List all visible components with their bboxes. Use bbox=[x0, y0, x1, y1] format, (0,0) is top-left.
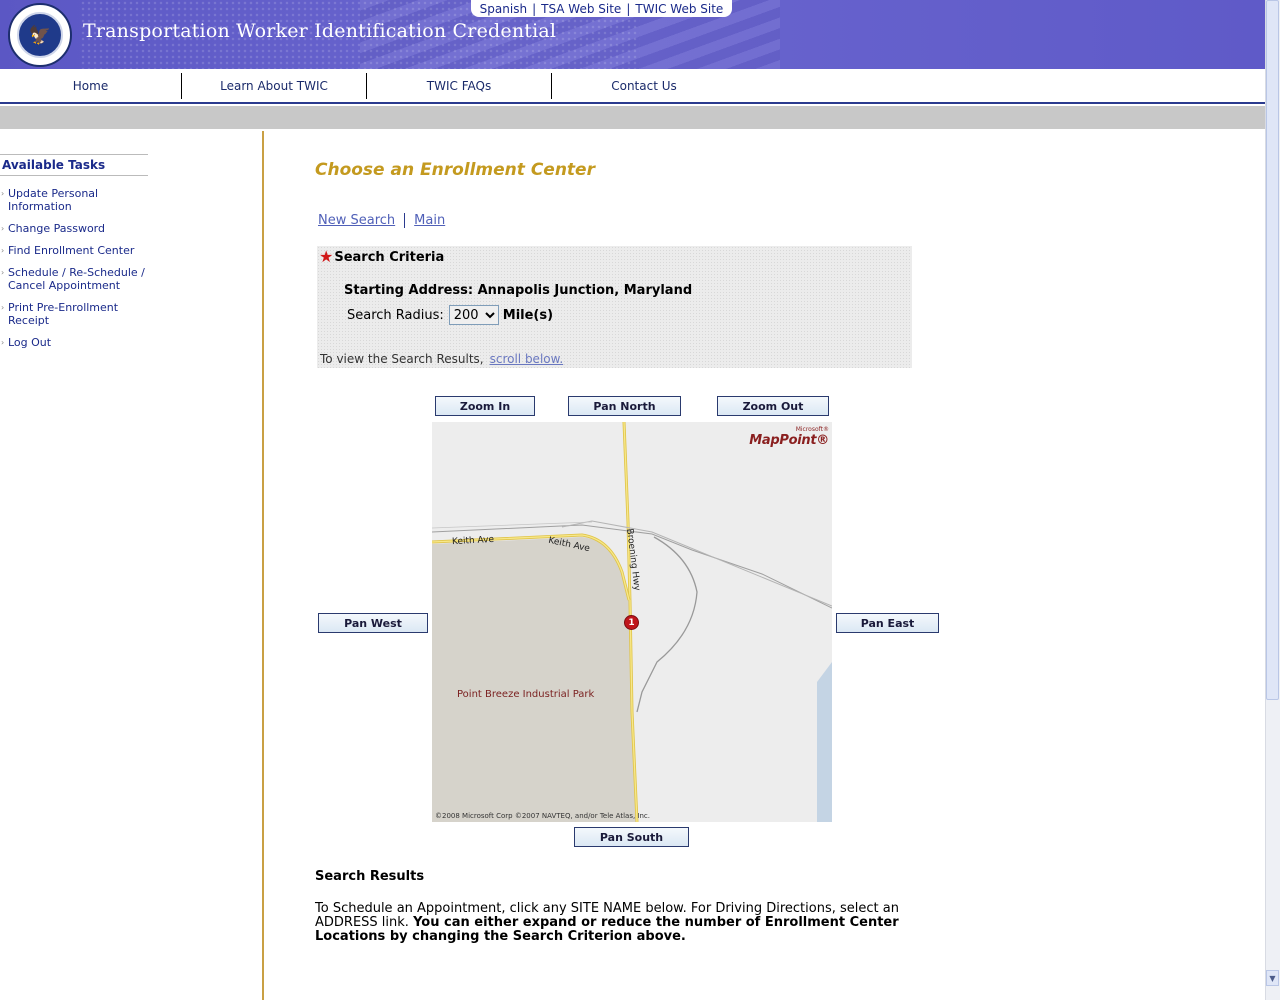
search-radius-label: Search Radius: bbox=[347, 307, 444, 323]
map-view[interactable]: Microsoft® MapPoint® Keith Ave Keith Ave… bbox=[432, 422, 832, 822]
search-results-instructions: To Schedule an Appointment, click any SI… bbox=[315, 901, 899, 944]
starting-address: Starting Address: Annapolis Junction, Ma… bbox=[344, 283, 693, 298]
radius-unit: Mile(s) bbox=[502, 307, 554, 323]
bullet-icon: › bbox=[1, 338, 5, 347]
eagle-icon: 🦅 bbox=[17, 12, 63, 58]
mappoint-logo: Microsoft® MapPoint® bbox=[749, 426, 829, 448]
search-radius-row: Search Radius: 200 Mile(s) bbox=[347, 305, 553, 325]
dhs-seal-icon: 🦅 bbox=[8, 3, 72, 67]
sidebar-divider bbox=[262, 131, 264, 1000]
zoom-out-button[interactable]: Zoom Out bbox=[717, 396, 829, 416]
sidebar: Available Tasks › Update Personal Informa… bbox=[0, 154, 148, 358]
sidebar-title: Available Tasks bbox=[0, 154, 148, 176]
sidebar-item-find-enrollment-center[interactable]: › Find Enrollment Center bbox=[0, 244, 148, 257]
bullet-icon: › bbox=[1, 246, 5, 255]
site-title: Transportation Worker Identification Cre… bbox=[83, 20, 557, 42]
scroll-below-link[interactable]: scroll below. bbox=[490, 352, 564, 366]
bullet-icon: › bbox=[1, 303, 5, 312]
pan-north-button[interactable]: Pan North bbox=[568, 396, 681, 416]
bullet-icon: › bbox=[1, 189, 5, 198]
bullet-icon: › bbox=[1, 224, 5, 233]
pan-west-button[interactable]: Pan West bbox=[318, 613, 428, 633]
sidebar-item-change-password[interactable]: › Change Password bbox=[0, 222, 148, 235]
utility-links: Spanish | TSA Web Site | TWIC Web Site bbox=[471, 0, 732, 17]
twic-website-link[interactable]: TWIC Web Site bbox=[635, 2, 723, 16]
sidebar-item-log-out[interactable]: › Log Out bbox=[0, 336, 148, 349]
scroll-note: To view the Search Results, scroll below. bbox=[320, 352, 564, 366]
map-copyright: ©2008 Microsoft Corp ©2007 NAVTEQ, and/o… bbox=[435, 812, 651, 820]
sidebar-item-update-personal-information[interactable]: › Update Personal Information bbox=[0, 187, 148, 213]
main-nav: Home Learn About TWIC TWIC FAQs Contact … bbox=[0, 69, 1265, 104]
park-label: Point Breeze Industrial Park bbox=[457, 689, 595, 700]
nav-learn-about-twic[interactable]: Learn About TWIC bbox=[182, 73, 366, 99]
nav-home[interactable]: Home bbox=[0, 73, 181, 99]
search-criteria-heading: ★ Search Criteria bbox=[319, 247, 445, 266]
star-icon: ★ bbox=[319, 247, 334, 266]
search-criteria-panel: ★ Search Criteria Starting Address: Anna… bbox=[317, 246, 912, 368]
new-search-link[interactable]: New Search bbox=[318, 213, 395, 228]
pan-east-button[interactable]: Pan East bbox=[836, 613, 939, 633]
header-banner: 🦅 Transportation Worker Identification C… bbox=[0, 0, 1265, 69]
main-link[interactable]: Main bbox=[414, 213, 445, 228]
tsa-website-link[interactable]: TSA Web Site bbox=[541, 2, 621, 16]
sidebar-item-schedule-appointment[interactable]: › Schedule / Re-Schedule / Cancel Appoint… bbox=[0, 266, 148, 292]
map-pin-1[interactable]: 1 bbox=[624, 615, 639, 630]
page-title: Choose an Enrollment Center bbox=[315, 160, 595, 180]
nav-twic-faqs[interactable]: TWIC FAQs bbox=[367, 73, 551, 99]
pan-south-button[interactable]: Pan South bbox=[574, 827, 689, 847]
search-radius-select[interactable]: 200 bbox=[448, 305, 499, 325]
sidebar-item-print-receipt[interactable]: › Print Pre-Enrollment Receipt bbox=[0, 301, 148, 327]
spanish-link[interactable]: Spanish bbox=[480, 2, 527, 16]
breadcrumb-links: New Search Main bbox=[318, 213, 445, 228]
nav-contact-us[interactable]: Contact Us bbox=[552, 73, 736, 99]
zoom-in-button[interactable]: Zoom In bbox=[435, 396, 535, 416]
search-results-heading: Search Results bbox=[315, 869, 425, 884]
scroll-down-arrow-icon[interactable]: ▼ bbox=[1266, 970, 1279, 986]
gray-divider-bar bbox=[0, 106, 1265, 129]
bullet-icon: › bbox=[1, 268, 5, 277]
scrollbar-thumb[interactable] bbox=[1266, 0, 1279, 700]
